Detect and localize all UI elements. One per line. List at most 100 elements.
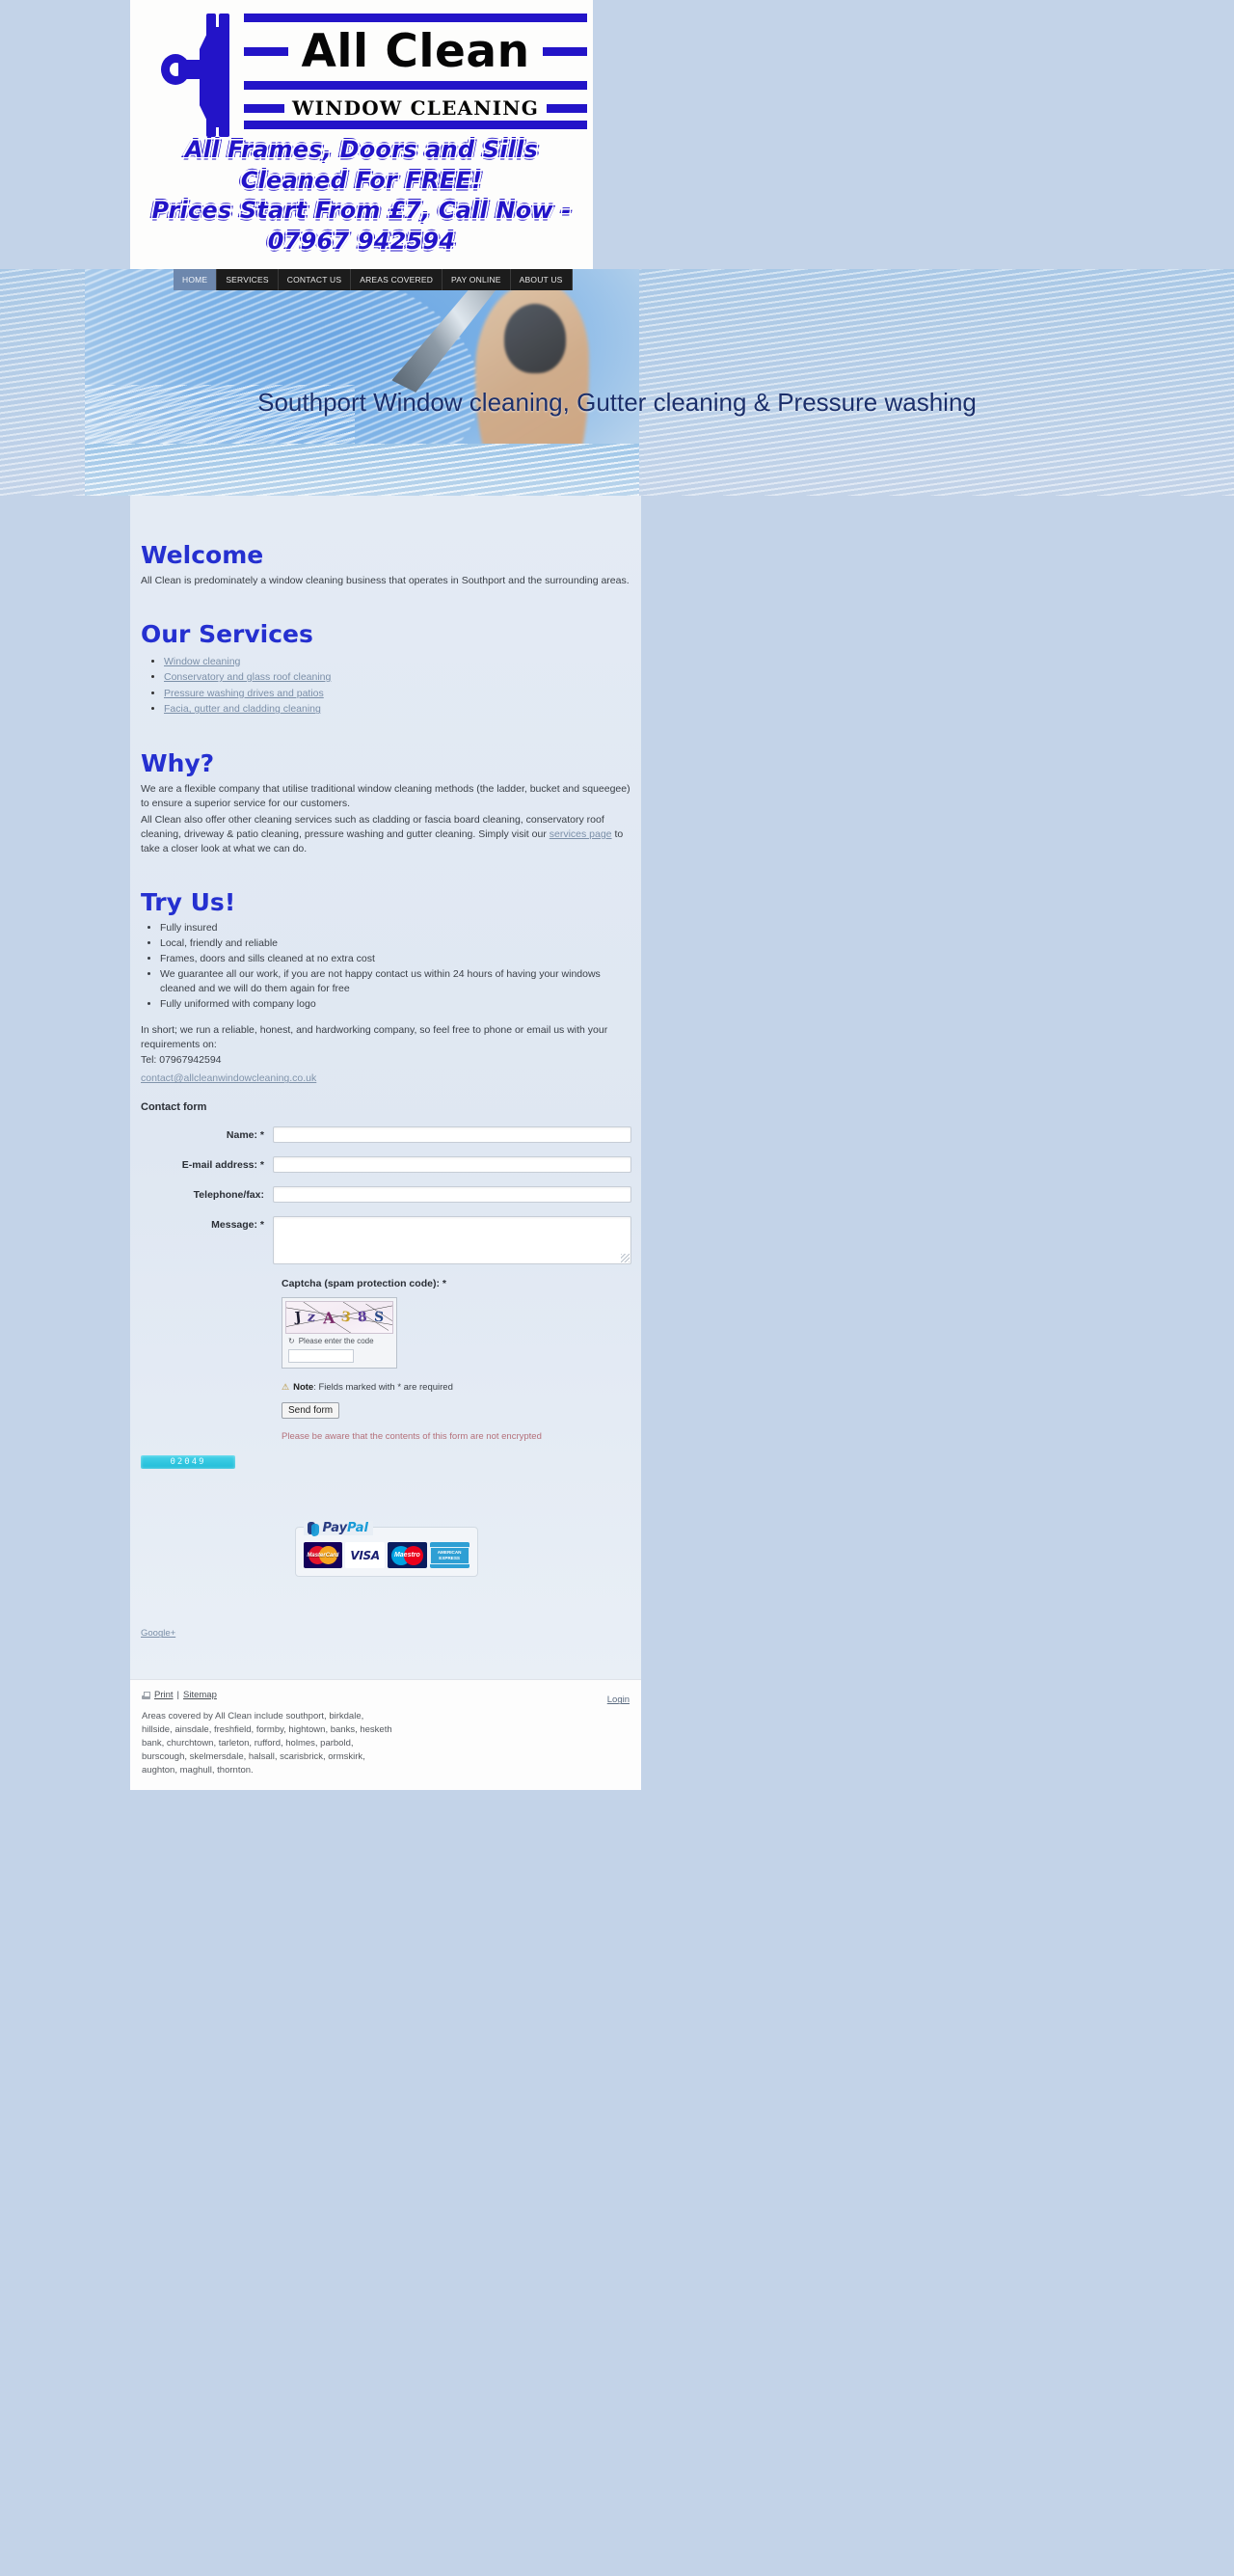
captcha-char-2: z [307, 1310, 317, 1326]
nav-item-areas-covered[interactable]: AREAS COVERED [351, 268, 443, 290]
form-row-email: E-mail address: * [141, 1156, 631, 1174]
site-header: All Clean WINDOW CLEANING All Frames, Do… [130, 0, 593, 269]
captcha-char-4: 3 [340, 1309, 352, 1326]
paypal-logo: PayPal [303, 1521, 373, 1537]
login-link[interactable]: Login [607, 1695, 630, 1705]
list-item: We guarantee all our work, if you are no… [160, 967, 631, 996]
nav-item-contact-us[interactable]: CONTACT US [278, 268, 352, 290]
logo-rule-mid [244, 81, 588, 90]
maestro-label: Maestro [393, 1552, 420, 1559]
page-root: All Clean WINDOW CLEANING All Frames, Do… [0, 0, 1234, 1791]
amex-icon: AMERICAN EXPRESS [429, 1542, 469, 1569]
list-item: Facia, gutter and cladding cleaning [164, 701, 631, 718]
note-label: Note [293, 1382, 314, 1394]
nav-item-home[interactable]: HOME [174, 268, 218, 290]
name-input[interactable] [273, 1126, 631, 1144]
paypal-wordmark: PayPal [323, 1521, 368, 1535]
why-paragraph-1: We are a flexible company that utilise t… [141, 783, 630, 810]
hero-image [85, 268, 639, 496]
why-paragraph-2: All Clean also offer other cleaning serv… [141, 813, 631, 856]
services-page-link[interactable]: services page [550, 828, 612, 840]
required-fields-note: ⚠ Note: Fields marked with * are require… [282, 1382, 631, 1393]
list-item: Pressure washing drives and patios [164, 686, 631, 702]
site-footer: Print | Sitemap Login Areas covered by A… [130, 1679, 641, 1791]
logo-rule-left-2 [244, 103, 284, 113]
content-shell: Welcome All Clean is predominately a win… [130, 495, 641, 1680]
service-link-window-cleaning[interactable]: Window cleaning [164, 656, 240, 667]
service-link-pressure-washing[interactable]: Pressure washing drives and patios [164, 688, 324, 699]
main-navigation: HOME SERVICES CONTACT US AREAS COVERED P… [174, 268, 573, 290]
captcha-reload-row[interactable]: ↻ Please enter the code [285, 1337, 393, 1345]
footer-utility-links: Print | Sitemap [142, 1690, 217, 1700]
logo-brand-primary: All Clean [301, 25, 530, 78]
logo-rule-right [543, 47, 588, 56]
list-item: Conservatory and glass roof cleaning [164, 669, 631, 686]
contact-form-heading: Contact form [141, 1101, 207, 1114]
tagline-line-2: Prices Start From £7, Call Now - 07967 9… [151, 197, 572, 256]
send-form-button[interactable]: Send form [282, 1402, 340, 1420]
areas-line-4: burscough, skelmersdale, halsall, scaris… [142, 1750, 365, 1762]
areas-line-5: aughton, maghull, thornton. [142, 1764, 254, 1776]
logo-brand-secondary: WINDOW CLEANING [292, 96, 540, 120]
captcha-box: J z A 3 8 S ↻ Please enter the code [282, 1297, 397, 1369]
logo-rule-left [244, 47, 288, 56]
visitor-counter: 02049 [141, 1455, 235, 1470]
service-link-conservatory[interactable]: Conservatory and glass roof cleaning [164, 671, 331, 683]
areas-covered-text: Areas covered by All Clean include south… [142, 1710, 460, 1776]
printer-icon [142, 1691, 150, 1699]
mastercard-label: MasterCard [307, 1552, 339, 1559]
hero-banner: Southport Window cleaning, Gutter cleani… [0, 268, 1234, 496]
hero-edge-left [0, 268, 85, 496]
encryption-warning: Please be aware that the contents of thi… [282, 1431, 542, 1443]
logo-text: All Clean WINDOW CLEANING [238, 10, 588, 133]
nav-strip: HOME SERVICES CONTACT US AREAS COVERED P… [130, 268, 593, 290]
captcha-reload-label: Please enter the code [298, 1337, 374, 1346]
email-input[interactable] [273, 1156, 631, 1174]
telephone-label: Telephone/fax: [193, 1189, 264, 1202]
social-links: Google+ [141, 1623, 631, 1641]
email-label: E-mail address: * [181, 1159, 264, 1172]
captcha-char-5: 8 [357, 1310, 368, 1326]
footer-top-row: Print | Sitemap Login [142, 1690, 630, 1707]
captcha-block: Captcha (spam protection code): * J z A … [282, 1278, 631, 1369]
paypal-word-pay: Pay [322, 1521, 348, 1536]
captcha-input[interactable] [288, 1348, 354, 1363]
areas-line-1: Areas covered by All Clean include south… [142, 1711, 364, 1722]
list-item: Fully insured [160, 921, 631, 935]
telephone-input[interactable] [273, 1186, 631, 1204]
contact-email-link[interactable]: contact@allcleanwindowcleaning.co.uk [141, 1072, 316, 1084]
sitemap-link[interactable]: Sitemap [183, 1690, 217, 1700]
paypal-card: PayPal MasterCard VISA Maestro AMERICAN … [294, 1521, 478, 1578]
nav-item-pay-online[interactable]: PAY ONLINE [443, 268, 511, 290]
visa-label: VISA [350, 1548, 380, 1562]
main-content: Welcome All Clean is predominately a win… [130, 496, 641, 1680]
refresh-icon[interactable]: ↻ [288, 1337, 295, 1345]
contact-form: Name: * E-mail address: * Telephone/fax:… [141, 1126, 631, 1442]
tagline-line-1: All Frames, Doors and Sills Cleaned For … [184, 136, 539, 194]
print-link[interactable]: Print [154, 1690, 174, 1700]
captcha-characters: J z A 3 8 S [286, 1302, 392, 1333]
amex-label: AMERICAN EXPRESS [429, 1547, 469, 1564]
try-us-list: Fully insured Local, friendly and reliab… [141, 921, 631, 1011]
squeegee-icon [153, 10, 238, 137]
footer-login: Login [607, 1690, 630, 1707]
contact-intro: In short; we run a reliable, honest, and… [141, 1023, 608, 1051]
message-textarea[interactable] [273, 1216, 631, 1265]
captcha-char-3: A [322, 1308, 335, 1328]
form-row-telephone: Telephone/fax: [141, 1186, 631, 1204]
accepted-cards: MasterCard VISA Maestro AMERICAN EXPRESS [303, 1542, 469, 1569]
service-link-facia-gutter[interactable]: Facia, gutter and cladding cleaning [164, 703, 321, 715]
list-item: Window cleaning [164, 654, 631, 670]
google-plus-link[interactable]: Google+ [141, 1628, 175, 1639]
form-row-name: Name: * [141, 1126, 631, 1144]
visa-icon: VISA [345, 1542, 385, 1569]
list-item: Local, friendly and reliable [160, 936, 631, 951]
paypal-icon [307, 1521, 320, 1537]
note-text: : Fields marked with * are required [313, 1382, 453, 1394]
hero-edge-right [639, 268, 1234, 496]
why-heading: Why? [141, 748, 215, 777]
nav-item-about-us[interactable]: ABOUT US [510, 268, 573, 290]
nav-item-services[interactable]: SERVICES [217, 268, 279, 290]
areas-line-2: hillside, ainsdale, freshfield, formby, … [142, 1724, 392, 1736]
welcome-heading: Welcome [141, 540, 264, 569]
